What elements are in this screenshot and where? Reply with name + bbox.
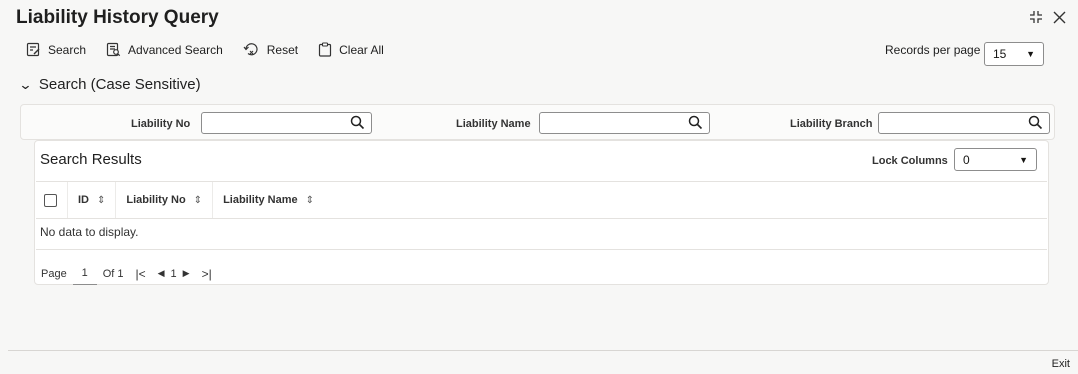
- close-icon[interactable]: [1053, 8, 1066, 29]
- empty-message: No data to display.: [40, 225, 139, 239]
- page-of-label: Of 1: [102, 267, 124, 280]
- liability-no-label: Liability No: [131, 118, 191, 130]
- liability-branch-field[interactable]: [878, 112, 1050, 135]
- search-button[interactable]: Search: [26, 42, 86, 57]
- search-icon[interactable]: [350, 115, 365, 135]
- select-all-checkbox[interactable]: [44, 193, 57, 207]
- liability-branch-label: Liability Branch: [790, 118, 873, 130]
- clear-all-button[interactable]: Clear All: [318, 42, 384, 57]
- lock-columns-select[interactable]: 0 ▼: [954, 148, 1037, 171]
- column-header-id[interactable]: ID ⇕: [68, 182, 117, 218]
- exit-button[interactable]: Exit: [1052, 358, 1070, 370]
- chevron-down-icon: ▼: [1019, 154, 1028, 165]
- last-page-icon[interactable]: >|: [202, 267, 212, 281]
- liability-name-label: Liability Name: [456, 118, 531, 130]
- sort-icon[interactable]: ⇕: [306, 195, 314, 206]
- liability-name-field[interactable]: [539, 112, 710, 135]
- advanced-search-button[interactable]: Advanced Search: [106, 42, 223, 57]
- footer-divider: [8, 350, 1078, 351]
- select-all-cell: [36, 182, 68, 218]
- page-title: Liability History Query: [16, 7, 219, 28]
- chevron-down-icon: ⌄: [18, 76, 33, 92]
- liability-branch-input[interactable]: [883, 113, 1027, 135]
- column-header-label: Liability Name: [223, 194, 298, 206]
- search-section-toggle[interactable]: ⌄ Search (Case Sensitive): [18, 76, 201, 93]
- search-section-title: Search (Case Sensitive): [38, 76, 201, 93]
- toolbar: Search Advanced Search Reset Clear All: [26, 42, 404, 57]
- lock-columns-label: Lock Columns: [872, 155, 948, 167]
- search-doc-icon: [26, 42, 41, 57]
- liability-no-field[interactable]: [201, 112, 372, 135]
- search-icon[interactable]: [688, 115, 703, 135]
- sort-icon[interactable]: ⇕: [194, 195, 202, 206]
- first-page-icon[interactable]: |<: [136, 267, 146, 281]
- results-table-header: ID ⇕ Liability No ⇕ Liability Name ⇕: [36, 181, 1047, 219]
- pagination: Page 1 Of 1 |< ◀ 1 ▶ >|: [41, 262, 212, 285]
- search-results-title: Search Results: [40, 151, 142, 168]
- page-number-input[interactable]: 1: [72, 262, 97, 285]
- next-page-icon[interactable]: ▶: [183, 268, 190, 279]
- reset-button-label: Reset: [266, 42, 299, 57]
- page-indicator: 1: [170, 267, 177, 280]
- column-header-liability-no[interactable]: Liability No ⇕: [116, 182, 214, 218]
- column-header-label: Liability No: [126, 194, 186, 206]
- chevron-down-icon: ▼: [1026, 49, 1035, 59]
- search-icon[interactable]: [1028, 115, 1043, 135]
- liability-name-input[interactable]: [544, 113, 688, 135]
- reset-icon: [243, 42, 260, 57]
- search-button-label: Search: [48, 42, 87, 57]
- records-per-page-label: Records per page: [885, 43, 981, 57]
- column-header-liability-name[interactable]: Liability Name ⇕: [213, 182, 324, 218]
- clear-all-label: Clear All: [339, 42, 384, 57]
- empty-table-row: [36, 217, 1047, 250]
- collapse-icon[interactable]: [1029, 8, 1043, 29]
- liability-no-input[interactable]: [206, 113, 350, 135]
- page-label: Page: [41, 267, 67, 280]
- advanced-search-icon: [106, 42, 121, 57]
- column-header-label: ID: [78, 194, 89, 206]
- sort-icon[interactable]: ⇕: [97, 195, 105, 206]
- advanced-search-label: Advanced Search: [128, 42, 223, 57]
- previous-page-icon[interactable]: ◀: [158, 268, 165, 279]
- records-per-page-value: 15: [993, 47, 1007, 61]
- reset-button[interactable]: Reset: [243, 42, 298, 57]
- lock-columns-value: 0: [963, 152, 970, 167]
- records-per-page-select[interactable]: 15 ▼: [984, 42, 1044, 66]
- clipboard-icon: [318, 42, 332, 57]
- window-controls: [1029, 8, 1066, 29]
